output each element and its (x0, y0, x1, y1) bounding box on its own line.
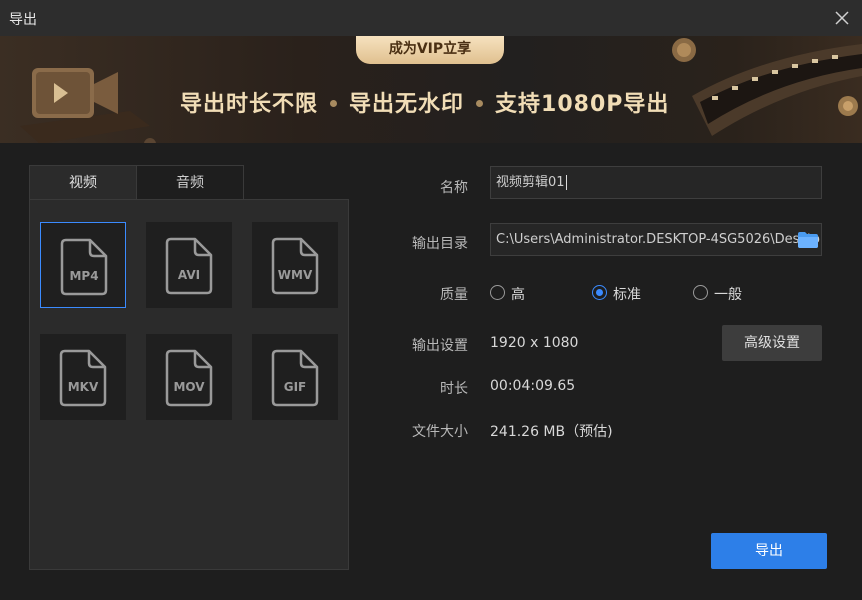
export-button[interactable]: 导出 (711, 533, 827, 569)
duration-label: 时长 (440, 381, 468, 397)
file-icon (59, 349, 107, 407)
folder-icon[interactable] (797, 231, 819, 249)
close-button[interactable] (828, 4, 856, 32)
separator-dot (330, 99, 338, 107)
quality-normal-label: 一般 (714, 287, 742, 303)
file-icon (271, 349, 319, 407)
film-strip-icon (672, 38, 862, 136)
format-label: AVI (177, 268, 201, 282)
text-cursor (565, 175, 567, 190)
format-wmv[interactable]: WMV (252, 222, 338, 308)
tab-audio[interactable]: 音频 (136, 165, 244, 200)
file-size-value: 241.26 MB（预估) (490, 424, 613, 440)
window-title: 导出 (9, 12, 37, 28)
format-label: WMV (277, 268, 313, 282)
quality-high-radio[interactable] (490, 285, 505, 300)
quality-normal-radio[interactable] (693, 285, 708, 300)
file-icon (271, 237, 319, 295)
close-icon (835, 11, 849, 25)
feature-unlimited-duration: 导出时长不限 (180, 92, 319, 117)
file-icon (165, 349, 213, 407)
quality-label: 质量 (440, 287, 468, 303)
name-label: 名称 (440, 180, 468, 196)
format-label: MP4 (69, 269, 99, 283)
quality-standard-label: 标准 (613, 287, 641, 303)
output-dir-value: C:\Users\Administrator.DESKTOP-4SG5026\D… (496, 232, 822, 247)
output-dir-field[interactable]: C:\Users\Administrator.DESKTOP-4SG5026\D… (490, 223, 822, 256)
name-value: 视频剪辑01 (496, 175, 565, 190)
quality-high-label: 高 (511, 287, 525, 303)
duration-value: 00:04:09.65 (490, 378, 576, 394)
name-field[interactable]: 视频剪辑01 (490, 166, 822, 199)
file-size-label: 文件大小 (412, 424, 468, 440)
format-panel: 视频 音频 MP4 AVI WMV MKV MOV GIF (29, 165, 349, 570)
format-label: GIF (283, 380, 307, 394)
vip-tab[interactable]: 成为VIP立享 (356, 36, 504, 64)
format-label: MOV (173, 380, 205, 394)
output-dir-label: 输出目录 (412, 236, 468, 252)
file-icon (60, 238, 108, 296)
title-bar: 导出 (0, 0, 862, 36)
feature-no-watermark: 导出无水印 (349, 92, 465, 117)
tab-video[interactable]: 视频 (29, 165, 137, 201)
advanced-settings-button[interactable]: 高级设置 (722, 325, 822, 361)
feature-1080p: 支持1080P导出 (495, 92, 670, 117)
vip-banner[interactable]: 成为VIP立享 导出时长不限 导出无水印 支持1080P导出 (0, 36, 862, 143)
format-label: MKV (67, 380, 99, 394)
quality-standard-radio[interactable] (592, 285, 607, 300)
format-mp4[interactable]: MP4 (40, 222, 126, 308)
format-mkv[interactable]: MKV (40, 334, 126, 420)
separator-dot (476, 99, 484, 107)
format-grid: MP4 AVI WMV MKV MOV GIF (29, 199, 349, 570)
format-mov[interactable]: MOV (146, 334, 232, 420)
format-gif[interactable]: GIF (252, 334, 338, 420)
output-settings-label: 输出设置 (412, 338, 468, 354)
resolution-value: 1920 x 1080 (490, 335, 579, 351)
file-icon (165, 237, 213, 295)
video-camera-icon (20, 68, 156, 143)
banner-features: 导出时长不限 导出无水印 支持1080P导出 (180, 86, 669, 118)
format-avi[interactable]: AVI (146, 222, 232, 308)
